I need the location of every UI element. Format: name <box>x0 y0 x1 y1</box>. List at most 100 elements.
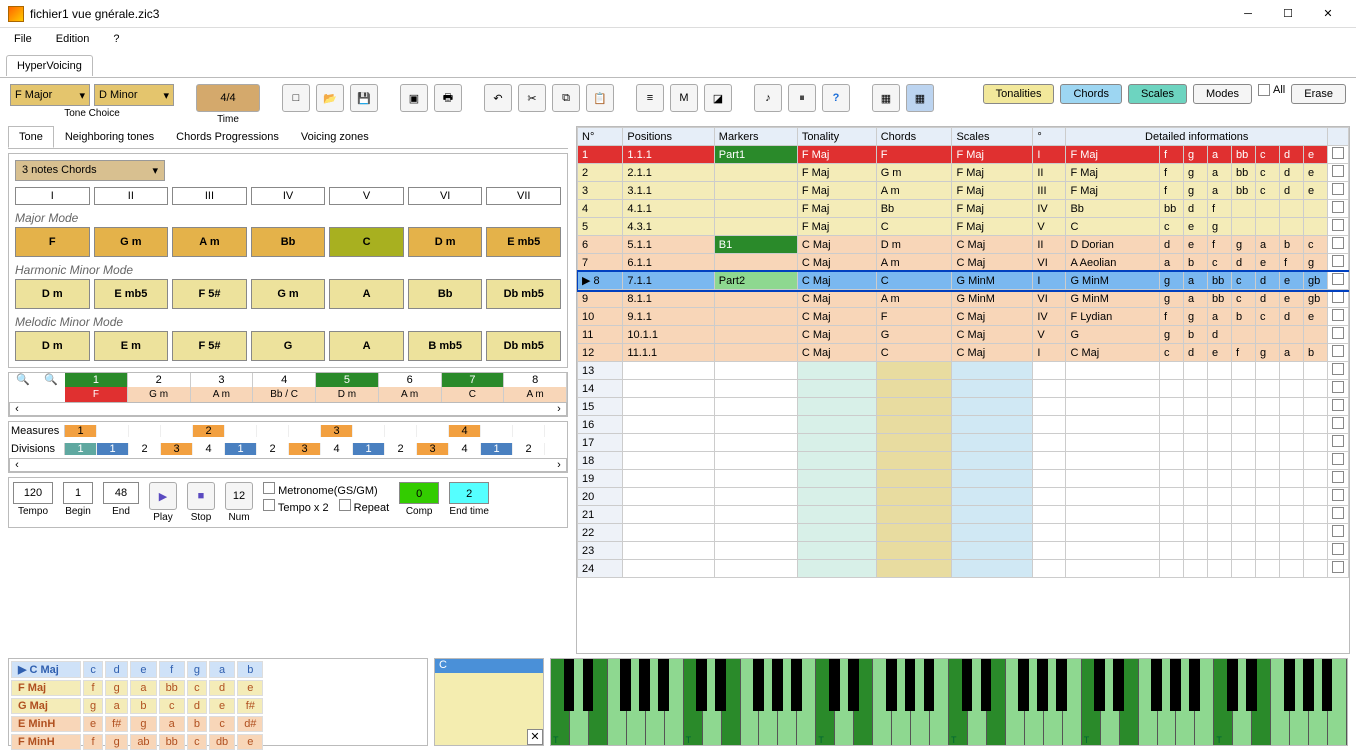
piano-white-key[interactable] <box>1139 659 1158 745</box>
piano-black-key[interactable] <box>639 659 650 711</box>
print-button[interactable]: 🖶 <box>434 84 462 112</box>
erase-button[interactable]: Erase <box>1291 84 1346 104</box>
piano-white-key[interactable]: T <box>551 659 570 745</box>
scroll-left[interactable]: ‹ <box>10 403 24 415</box>
table-row[interactable]: 21 <box>578 506 1349 524</box>
chord-button[interactable]: A <box>329 331 404 361</box>
tab-voicing[interactable]: Voicing zones <box>290 126 380 148</box>
table-row[interactable]: 16 <box>578 416 1349 434</box>
piano-white-key[interactable]: T <box>684 659 703 745</box>
all-check[interactable] <box>1258 84 1270 96</box>
chords-button[interactable]: Chords <box>1060 84 1121 104</box>
scale-row[interactable]: E MinHef#gabcd# <box>11 716 263 732</box>
chord-button[interactable]: F 5# <box>172 331 247 361</box>
piano-white-key[interactable] <box>741 659 760 745</box>
tempox2-check[interactable] <box>263 499 275 511</box>
maximize-button[interactable]: ☐ <box>1268 2 1308 26</box>
help-button[interactable]: ? <box>822 84 850 112</box>
piano-white-key[interactable] <box>608 659 627 745</box>
chord-button[interactable]: G m <box>94 227 169 257</box>
piano-white-key[interactable]: T <box>1214 659 1233 745</box>
table-row[interactable]: 22.1.1F MajG mF MajIIF Majfgabbcde <box>578 164 1349 182</box>
piano-black-key[interactable] <box>829 659 840 711</box>
grid2-button[interactable]: ▦ <box>906 84 934 112</box>
piano-black-key[interactable] <box>564 659 575 711</box>
metronome-check[interactable] <box>263 482 275 494</box>
piano-black-key[interactable] <box>1151 659 1162 711</box>
table-row[interactable]: 76.1.1C MajA mC MajVIA Aeolianabcdefg <box>578 254 1349 272</box>
piano-black-key[interactable] <box>791 659 802 711</box>
chord-button[interactable]: Bb <box>251 227 326 257</box>
piano-black-key[interactable] <box>583 659 594 711</box>
piano-black-key[interactable] <box>1170 659 1181 711</box>
table-row[interactable]: 20 <box>578 488 1349 506</box>
scale-table[interactable]: ▶ C MajcdefgabF MajfgabbcdeG Majgabcdef#… <box>8 658 428 746</box>
table-row[interactable]: 109.1.1C MajFC MajIVF Lydianfgabcde <box>578 308 1349 326</box>
table-row[interactable]: 19 <box>578 470 1349 488</box>
settings-button[interactable]: ≡ <box>636 84 664 112</box>
chord-button[interactable]: C <box>329 227 404 257</box>
table-row[interactable]: 11.1.1Part1F MajFF MajIF Majfgabbcde <box>578 146 1349 164</box>
table-row[interactable]: 13 <box>578 362 1349 380</box>
app-tab[interactable]: HyperVoicing <box>6 55 93 76</box>
num-button[interactable]: 12 <box>225 482 253 510</box>
tab-tone[interactable]: Tone <box>8 126 54 148</box>
piano-black-key[interactable] <box>696 659 707 711</box>
table-row[interactable]: ▶ 87.1.1Part2C MajCG MinMIG MinMgabbcdeg… <box>578 272 1349 290</box>
chord-grid[interactable]: N°PositionsMarkersTonalityChordsScales°D… <box>577 127 1349 578</box>
piano-black-key[interactable] <box>905 659 916 711</box>
piano-black-key[interactable] <box>962 659 973 711</box>
save-button[interactable]: 💾 <box>350 84 378 112</box>
modes-button[interactable]: Modes <box>1193 84 1252 104</box>
piano-black-key[interactable] <box>1322 659 1333 711</box>
piano-white-key[interactable] <box>1006 659 1025 745</box>
chord-button[interactable]: D m <box>15 279 90 309</box>
table-row[interactable]: 24 <box>578 560 1349 578</box>
tool-button[interactable]: ◪ <box>704 84 732 112</box>
tonalities-button[interactable]: Tonalities <box>983 84 1055 104</box>
piano-black-key[interactable] <box>1113 659 1124 711</box>
new-button[interactable]: □ <box>282 84 310 112</box>
end-input[interactable] <box>103 482 139 504</box>
chord-button[interactable]: G <box>251 331 326 361</box>
piano-black-key[interactable] <box>753 659 764 711</box>
tab-progressions[interactable]: Chords Progressions <box>165 126 290 148</box>
relative-select[interactable]: D Minor▾ <box>94 84 174 106</box>
copy-button[interactable]: ⧉ <box>552 84 580 112</box>
begin-input[interactable] <box>63 482 93 504</box>
menu-file[interactable]: File <box>8 31 38 47</box>
piano-black-key[interactable] <box>848 659 859 711</box>
piano-white-key[interactable]: T <box>816 659 835 745</box>
scales-button[interactable]: Scales <box>1128 84 1187 104</box>
chord-button[interactable]: A <box>329 279 404 309</box>
save-as-button[interactable]: ▣ <box>400 84 428 112</box>
table-row[interactable]: 17 <box>578 434 1349 452</box>
tempo-input[interactable] <box>13 482 53 504</box>
stop-button[interactable]: ■ <box>187 482 215 510</box>
open-button[interactable]: 📂 <box>316 84 344 112</box>
chord-button[interactable]: F 5# <box>172 279 247 309</box>
piano-black-key[interactable] <box>981 659 992 711</box>
table-row[interactable]: 33.1.1F MajA mF MajIIIF Majfgabbcde <box>578 182 1349 200</box>
piano-white-key[interactable] <box>1271 659 1290 745</box>
piano-black-key[interactable] <box>658 659 669 711</box>
piano-black-key[interactable] <box>886 659 897 711</box>
repeat-check[interactable] <box>339 499 351 511</box>
chord-button[interactable]: E m <box>94 331 169 361</box>
scale-row[interactable]: F Majfgabbcde <box>11 680 263 696</box>
zoom-in-icon[interactable]: 🔍 <box>37 373 65 402</box>
zoom-out-icon[interactable]: 🔍 <box>9 373 37 402</box>
pause-button[interactable]: ⏸ <box>788 84 816 112</box>
chord-button[interactable]: G m <box>251 279 326 309</box>
minimize-button[interactable]: ─ <box>1228 2 1268 26</box>
table-row[interactable]: 44.1.1F MajBbF MajIVBbbbdf <box>578 200 1349 218</box>
key-select[interactable]: F Major▾ <box>10 84 90 106</box>
piano-white-key[interactable] <box>873 659 892 745</box>
piano-black-key[interactable] <box>1189 659 1200 711</box>
grid1-button[interactable]: ▦ <box>872 84 900 112</box>
piano-black-key[interactable] <box>1227 659 1238 711</box>
table-row[interactable]: 23 <box>578 542 1349 560</box>
chord-type-select[interactable]: 3 notes Chords▾ <box>15 160 165 181</box>
table-row[interactable]: 1110.1.1C MajGC MajVGgbd <box>578 326 1349 344</box>
chord-button[interactable]: Bb <box>408 279 483 309</box>
